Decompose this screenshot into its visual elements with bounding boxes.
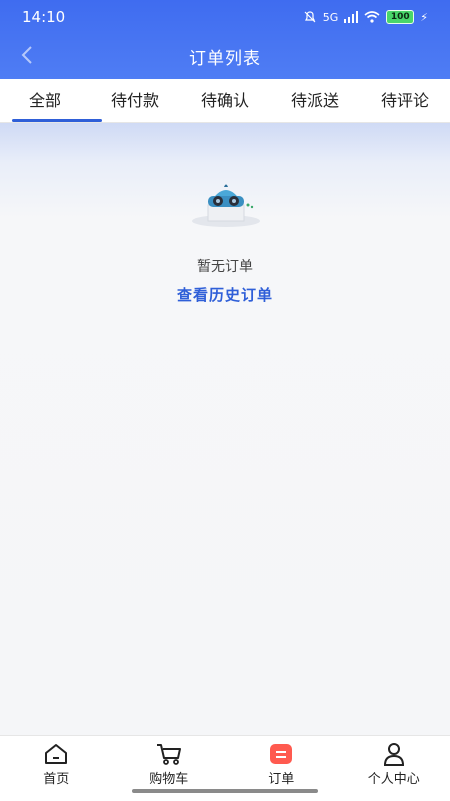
nav-home[interactable]: 首页 (0, 736, 112, 801)
home-indicator[interactable] (132, 789, 318, 793)
nav-orders-label: 订单 (268, 772, 295, 787)
order-icon (270, 744, 293, 764)
page-title: 订单列表 (189, 49, 261, 69)
battery-indicator: 100 (386, 10, 415, 24)
mascot-illustration (192, 184, 260, 227)
charging-icon: ⚡ (420, 10, 428, 24)
nav-bar: 订单列表 (0, 34, 450, 79)
nav-profile-label: 个人中心 (367, 772, 420, 787)
empty-message: 暂无订单 (197, 259, 253, 275)
view-history-link[interactable]: 查看历史订单 (0, 284, 450, 305)
tab-pending-payment[interactable]: 待付款 (90, 79, 180, 122)
cart-icon (156, 744, 181, 765)
tab-all[interactable]: 全部 (0, 79, 102, 122)
status-bar: 14:10 5G 100 ⚡ (0, 0, 450, 34)
status-icons: 5G 100 ⚡ (303, 10, 428, 24)
back-button[interactable] (14, 42, 40, 68)
nav-profile[interactable]: 个人中心 (338, 736, 450, 801)
nav-home-label: 首页 (43, 772, 70, 787)
tab-pending-delivery[interactable]: 待派送 (270, 79, 360, 122)
network-label: 5G (322, 10, 339, 24)
home-icon (45, 744, 68, 764)
tab-pending-review[interactable]: 待评论 (360, 79, 450, 122)
status-time: 14:10 (22, 8, 66, 26)
mute-bell-icon (304, 11, 316, 23)
app-header: 14:10 5G 100 ⚡ 订单列表 (0, 0, 450, 79)
user-icon (383, 743, 404, 766)
chevron-left-icon (21, 46, 32, 64)
order-tabs: 全部 待付款 待确认 待派送 待评论 (0, 79, 450, 123)
nav-cart-label: 购物车 (149, 772, 189, 787)
signal-icon (344, 11, 359, 23)
tab-pending-confirm[interactable]: 待确认 (180, 79, 270, 122)
order-list-area: 暂无订单 查看历史订单 (0, 123, 450, 735)
wifi-icon (364, 11, 380, 23)
